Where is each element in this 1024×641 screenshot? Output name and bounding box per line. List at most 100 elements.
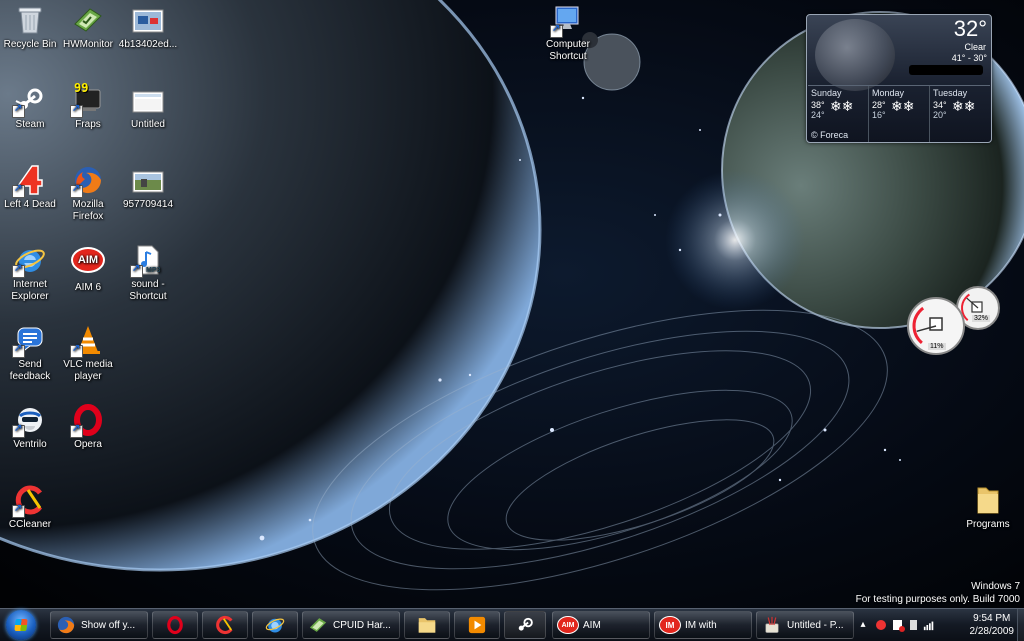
desktop-icon-label: Recycle Bin [3,39,57,50]
steam-icon [12,84,46,118]
ccleaner-icon [12,484,46,518]
watermark-os: Windows 7 [971,581,1020,592]
folder-icon [972,484,1004,516]
taskbar-button-paint[interactable]: Untitled - P... [756,611,854,639]
start-button[interactable] [6,610,36,640]
vlc-icon [70,324,104,358]
aim-icon: AIM [71,247,105,279]
memory-usage-label: 32% [972,315,991,322]
desktop-icon-label: Programs [966,519,1010,530]
action-center-icon[interactable] [890,618,905,632]
taskbar-button-label: AIM [583,619,601,631]
shortcut-arrow-icon [70,343,83,358]
show-desktop-button[interactable] [1017,609,1024,641]
desktop-icon-programs[interactable]: Programs [956,484,1020,531]
mp3-badge: MP3 [146,267,161,274]
system-clock[interactable]: 9:54 PM 2/28/2009 [970,612,1015,638]
desktop-icon-label: Left 4 Dead [4,199,56,210]
image-file-icon [132,164,164,196]
snow-icon: ❄❄ [952,98,976,114]
taskbar-button-cpuid[interactable]: CPUID Har... [302,611,400,639]
desktop-icon-computer-shortcut[interactable]: Computer Shortcut [536,4,600,63]
taskbar-button-im-with[interactable]: IM IM with [654,611,752,639]
desktop-icon-label: AIM 6 [74,282,102,293]
desktop-icon-957709414[interactable]: 957709414 [116,164,180,211]
desktop-icon-recycle-bin[interactable]: Recycle Bin [0,4,62,51]
desktop-icon-untitled[interactable]: Untitled [116,84,180,131]
cpu-usage-label: 11% [928,343,946,350]
desktop-icon-label: sound - Shortcut [129,279,167,302]
signal-icon[interactable] [922,618,936,632]
forecast-high: 34° [933,100,947,110]
build-watermark: Windows 7 For testing purposes only. Bui… [856,580,1020,606]
shortcut-arrow-icon [12,263,25,278]
shortcut-arrow-icon [12,343,25,358]
opera-icon [70,404,104,438]
media-player-icon [466,614,488,636]
weather-brand: © Foreca [811,130,849,140]
desktop-icon-internet-explorer[interactable]: Internet Explorer [0,244,62,303]
opera-icon [164,614,186,636]
taskbar-button-opera[interactable] [152,611,198,639]
current-condition: Clear [964,42,986,52]
desktop-icon-aim-6[interactable]: AIM AIM 6 [56,244,120,294]
desktop-icon-opera[interactable]: Opera [56,404,120,451]
desktop-icon-label: Send feedback [9,359,51,382]
taskbar-button-aim[interactable]: AIM AIM [552,611,650,639]
forecast-day-name: Sunday [811,88,842,98]
forecast-day: Tuesday 34° 20° ❄❄ [930,86,990,142]
forecast-low: 16° [872,110,886,120]
weather-gadget[interactable]: 32° Clear 41° - 30° Sunday 38° 24° ❄❄ Mo… [806,14,992,143]
shortcut-arrow-icon [70,183,83,198]
forecast-high: 38° [811,100,825,110]
desktop-icon-ccleaner[interactable]: CCleaner [0,484,62,531]
internet-explorer-icon [12,244,46,278]
taskbar-button-explorer[interactable] [404,611,450,639]
desktop-icon-mozilla-firefox[interactable]: Mozilla Firefox [56,164,120,223]
taskbar-button-media-player[interactable] [454,611,500,639]
desktop-icon-ventrilo[interactable]: Ventrilo [0,404,62,451]
system-tray: ▴ 9:54 PM 2/28/2009 [854,609,1024,641]
shortcut-arrow-icon [12,503,25,518]
shortcut-arrow-icon [130,263,143,278]
taskbar-button-ccleaner[interactable] [202,611,248,639]
power-plug-icon[interactable] [906,618,920,632]
aim-icon: AIM [557,614,579,636]
fraps-icon: 99 [70,82,104,118]
desktop-icon-label: Fraps [75,119,101,130]
taskbar: Show off y... CPUID Har... AIM AIM IM IM… [0,608,1024,641]
snow-icon: ❄❄ [891,98,915,114]
taskbar-button-internet-explorer[interactable] [252,611,298,639]
desktop-icon-fraps[interactable]: 99 Fraps [56,82,120,131]
current-temperature: 32° [953,16,987,41]
desktop-icon-hwmonitor[interactable]: HWMonitor [56,4,120,51]
moon-icon [815,19,895,91]
tray-app-icon[interactable] [874,618,888,632]
taskbar-button-firefox[interactable]: Show off y... [50,611,148,639]
desktop-icon-left-4-dead[interactable]: Left 4 Dead [0,164,62,211]
forecast-low: 24° [811,110,825,120]
ccleaner-icon [214,614,236,636]
show-hidden-icons-icon[interactable]: ▴ [856,618,870,632]
redacted-location [909,65,983,75]
image-file-icon [132,84,164,116]
shortcut-arrow-icon [12,183,25,198]
desktop-icon-sound-shortcut[interactable]: MP3 sound - Shortcut [116,244,180,303]
desktop-icon-steam[interactable]: Steam [0,84,62,131]
desktop-icon-label: Mozilla Firefox [72,199,104,222]
desktop-icon-4b13402ed[interactable]: 4b13402ed... [116,4,180,51]
taskbar-button-label: IM with [685,619,717,631]
hwmonitor-icon [307,614,329,636]
desktop-icon-label: Steam [15,119,45,130]
desktop-icon-label: Internet Explorer [11,279,49,302]
aim-logo: AIM [71,247,105,273]
cpu-meter-gadget[interactable]: 11% 32% [904,284,1004,356]
paint-icon [761,614,783,636]
desktop-icon-label: Ventrilo [13,439,47,450]
ventrilo-icon [12,404,46,438]
desktop-icon-send-feedback[interactable]: Send feedback [0,324,62,383]
taskbar-button-steam[interactable] [504,611,546,639]
clock-date: 2/28/2009 [969,626,1015,637]
recycle-bin-icon [14,4,46,36]
desktop-icon-vlc[interactable]: VLC media player [56,324,120,383]
